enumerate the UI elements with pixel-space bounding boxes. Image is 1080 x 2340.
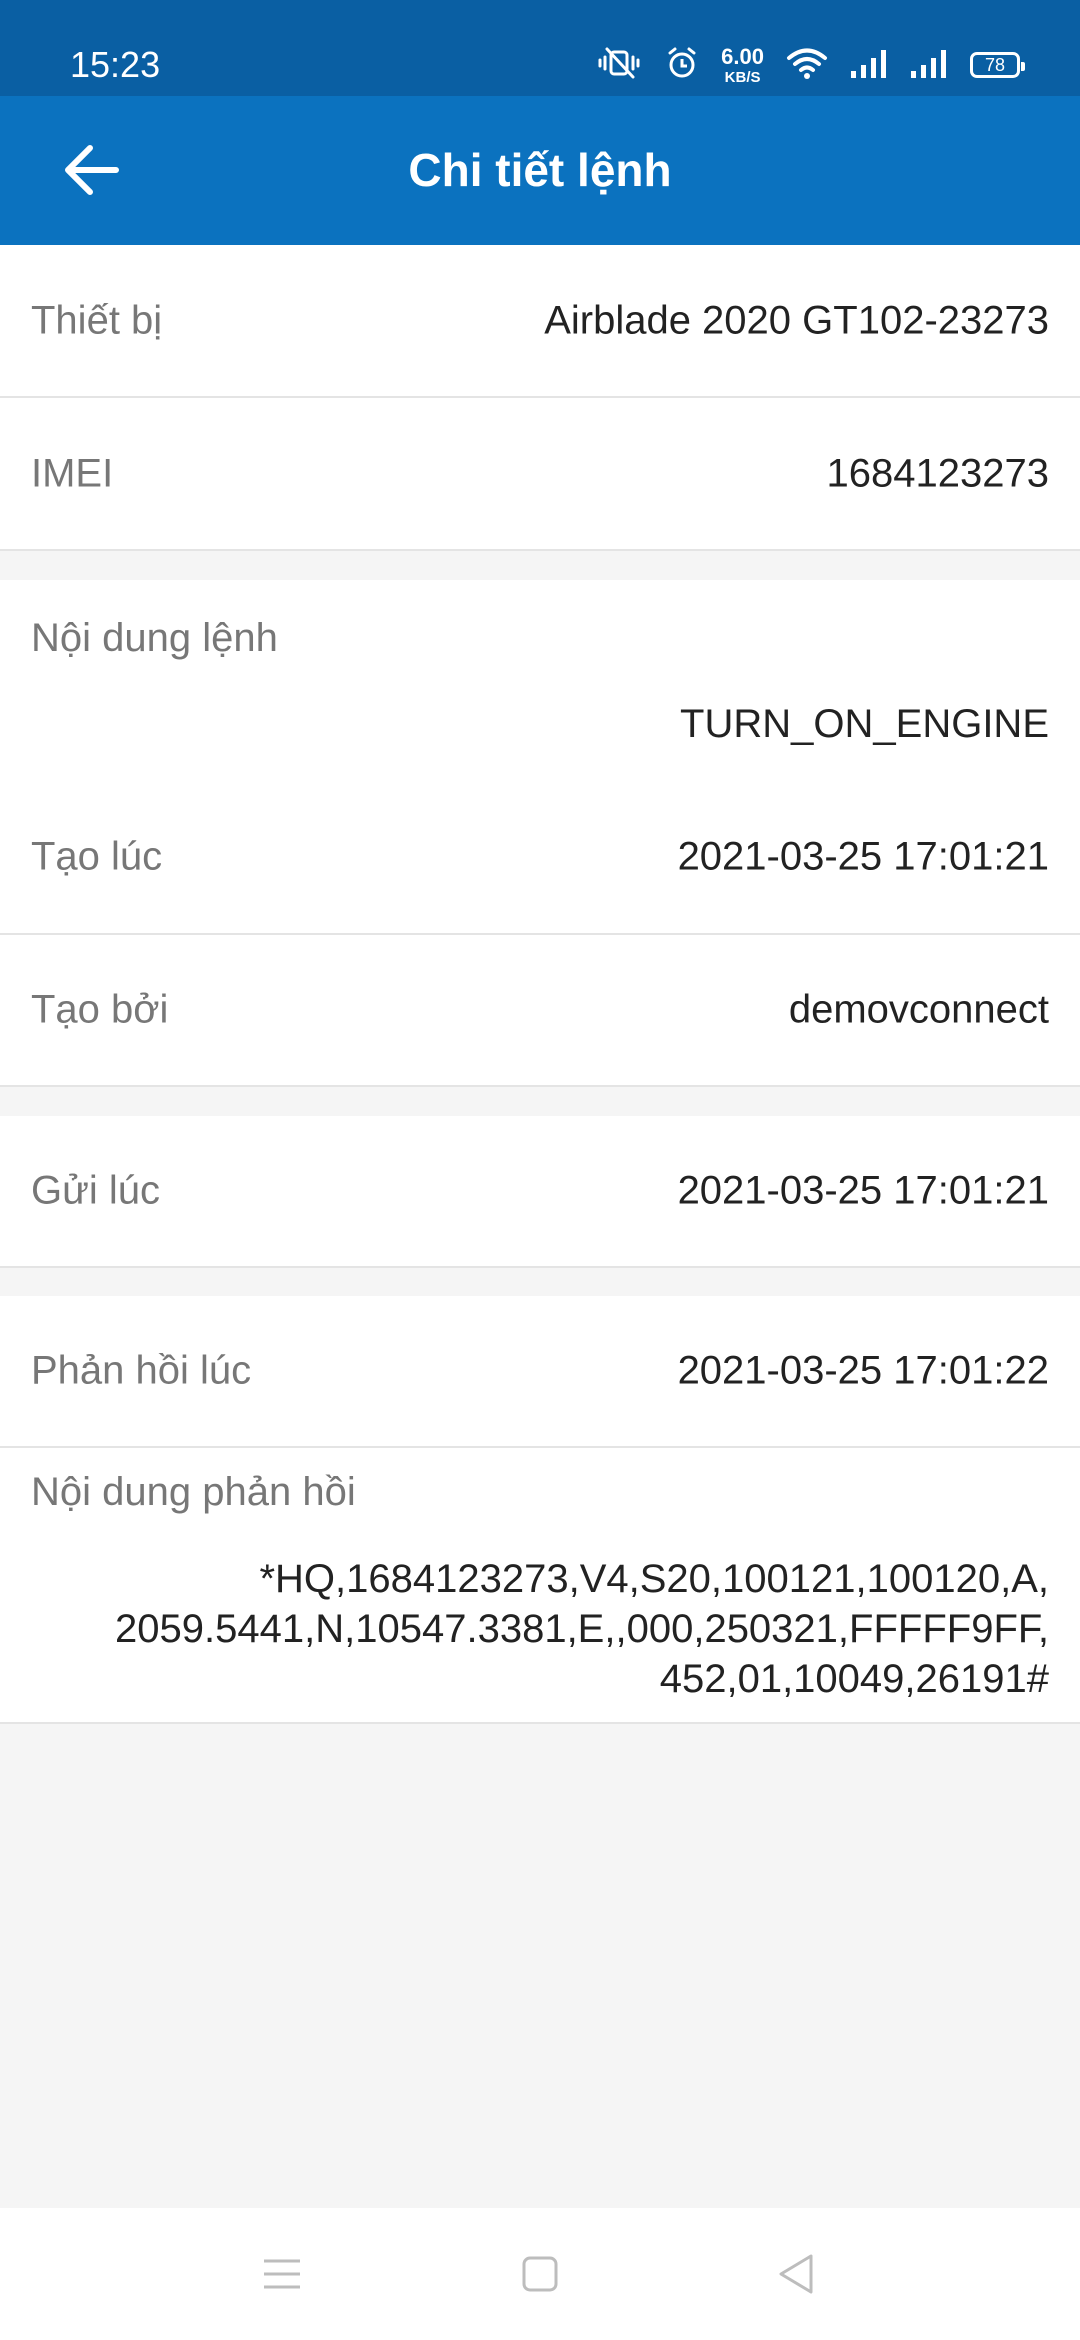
menu-button[interactable] bbox=[248, 2240, 316, 2308]
battery-icon: 78 bbox=[970, 52, 1025, 78]
response-label: Nội dung phản hồi bbox=[31, 1470, 356, 1514]
sent-at-label: Gửi lúc bbox=[31, 1168, 161, 1213]
command-value: TURN_ON_ENGINE bbox=[680, 702, 1049, 746]
home-square-icon bbox=[522, 2256, 558, 2292]
response-line: 452,01,10049,26191# bbox=[659, 1657, 1049, 1701]
network-speed: 6.00 KB/S bbox=[721, 43, 764, 86]
app-bar: Chi tiết lệnh bbox=[0, 96, 1080, 245]
sent-at-value: 2021-03-25 17:01:21 bbox=[677, 1168, 1049, 1213]
created-by-label: Tạo bởi bbox=[31, 987, 169, 1032]
status-icons: 6.00 KB/S 78 bbox=[575, 40, 1025, 90]
response-line: *HQ,1684123273,V4,S20,100121,100120,A, bbox=[259, 1557, 1049, 1601]
alarm-icon bbox=[665, 46, 699, 85]
battery-level: 78 bbox=[984, 54, 1006, 75]
network-speed-value: 6.00 bbox=[721, 43, 764, 69]
status-bar: 15:23 6.00 KB/S 78 bbox=[0, 0, 1080, 96]
device-value: Airblade 2020 GT102-23273 bbox=[544, 298, 1049, 342]
imei-label: IMEI bbox=[31, 451, 114, 495]
created-by-value: demovconnect bbox=[788, 987, 1049, 1032]
created-at-label: Tạo lúc bbox=[31, 834, 163, 878]
detail-row-device: Thiết bị Airblade 2020 GT102-23273 bbox=[0, 245, 1080, 398]
detail-row-command: Nội dung lệnh TURN_ON_ENGINE bbox=[0, 580, 1080, 780]
response-line: 2059.5441,N,10547.3381,E,,000,250321,FFF… bbox=[115, 1607, 1049, 1651]
wifi-icon bbox=[786, 46, 828, 85]
detail-row-response: Nội dung phản hồi *HQ,1684123273,V4,S20,… bbox=[0, 1448, 1080, 1724]
page-title: Chi tiết lệnh bbox=[408, 144, 672, 196]
responded-at-value: 2021-03-25 17:01:22 bbox=[677, 1348, 1049, 1393]
imei-value: 1684123273 bbox=[826, 451, 1049, 495]
detail-row-imei: IMEI 1684123273 bbox=[0, 398, 1080, 551]
detail-row-created-by: Tạo bởi demovconnect bbox=[0, 935, 1080, 1087]
command-label: Nội dung lệnh bbox=[31, 616, 278, 660]
response-value: *HQ,1684123273,V4,S20,100121,100120,A, 2… bbox=[59, 1554, 1049, 1704]
status-time: 15:23 bbox=[70, 44, 161, 85]
signal-icon bbox=[850, 47, 888, 84]
menu-icon bbox=[264, 2259, 300, 2289]
detail-row-responded-at: Phản hồi lúc 2021-03-25 17:01:22 bbox=[0, 1296, 1080, 1448]
device-label: Thiết bị bbox=[31, 298, 163, 342]
detail-row-sent-at: Gửi lúc 2021-03-25 17:01:21 bbox=[0, 1116, 1080, 1268]
back-triangle-icon bbox=[779, 2254, 813, 2294]
detail-row-created-at: Tạo lúc 2021-03-25 17:01:21 bbox=[0, 780, 1080, 935]
responded-at-label: Phản hồi lúc bbox=[31, 1348, 252, 1393]
home-button[interactable] bbox=[506, 2240, 574, 2308]
vibrate-mute-icon bbox=[597, 46, 643, 85]
created-at-value: 2021-03-25 17:01:21 bbox=[677, 834, 1049, 878]
system-nav-bar bbox=[0, 2208, 1080, 2340]
nav-back-button[interactable] bbox=[762, 2240, 830, 2308]
signal-icon bbox=[910, 47, 948, 84]
command-detail-screen: 15:23 6.00 KB/S 78 Chi tiết lệnh Thiết b… bbox=[0, 0, 1080, 2340]
network-speed-unit: KB/S bbox=[724, 68, 761, 86]
